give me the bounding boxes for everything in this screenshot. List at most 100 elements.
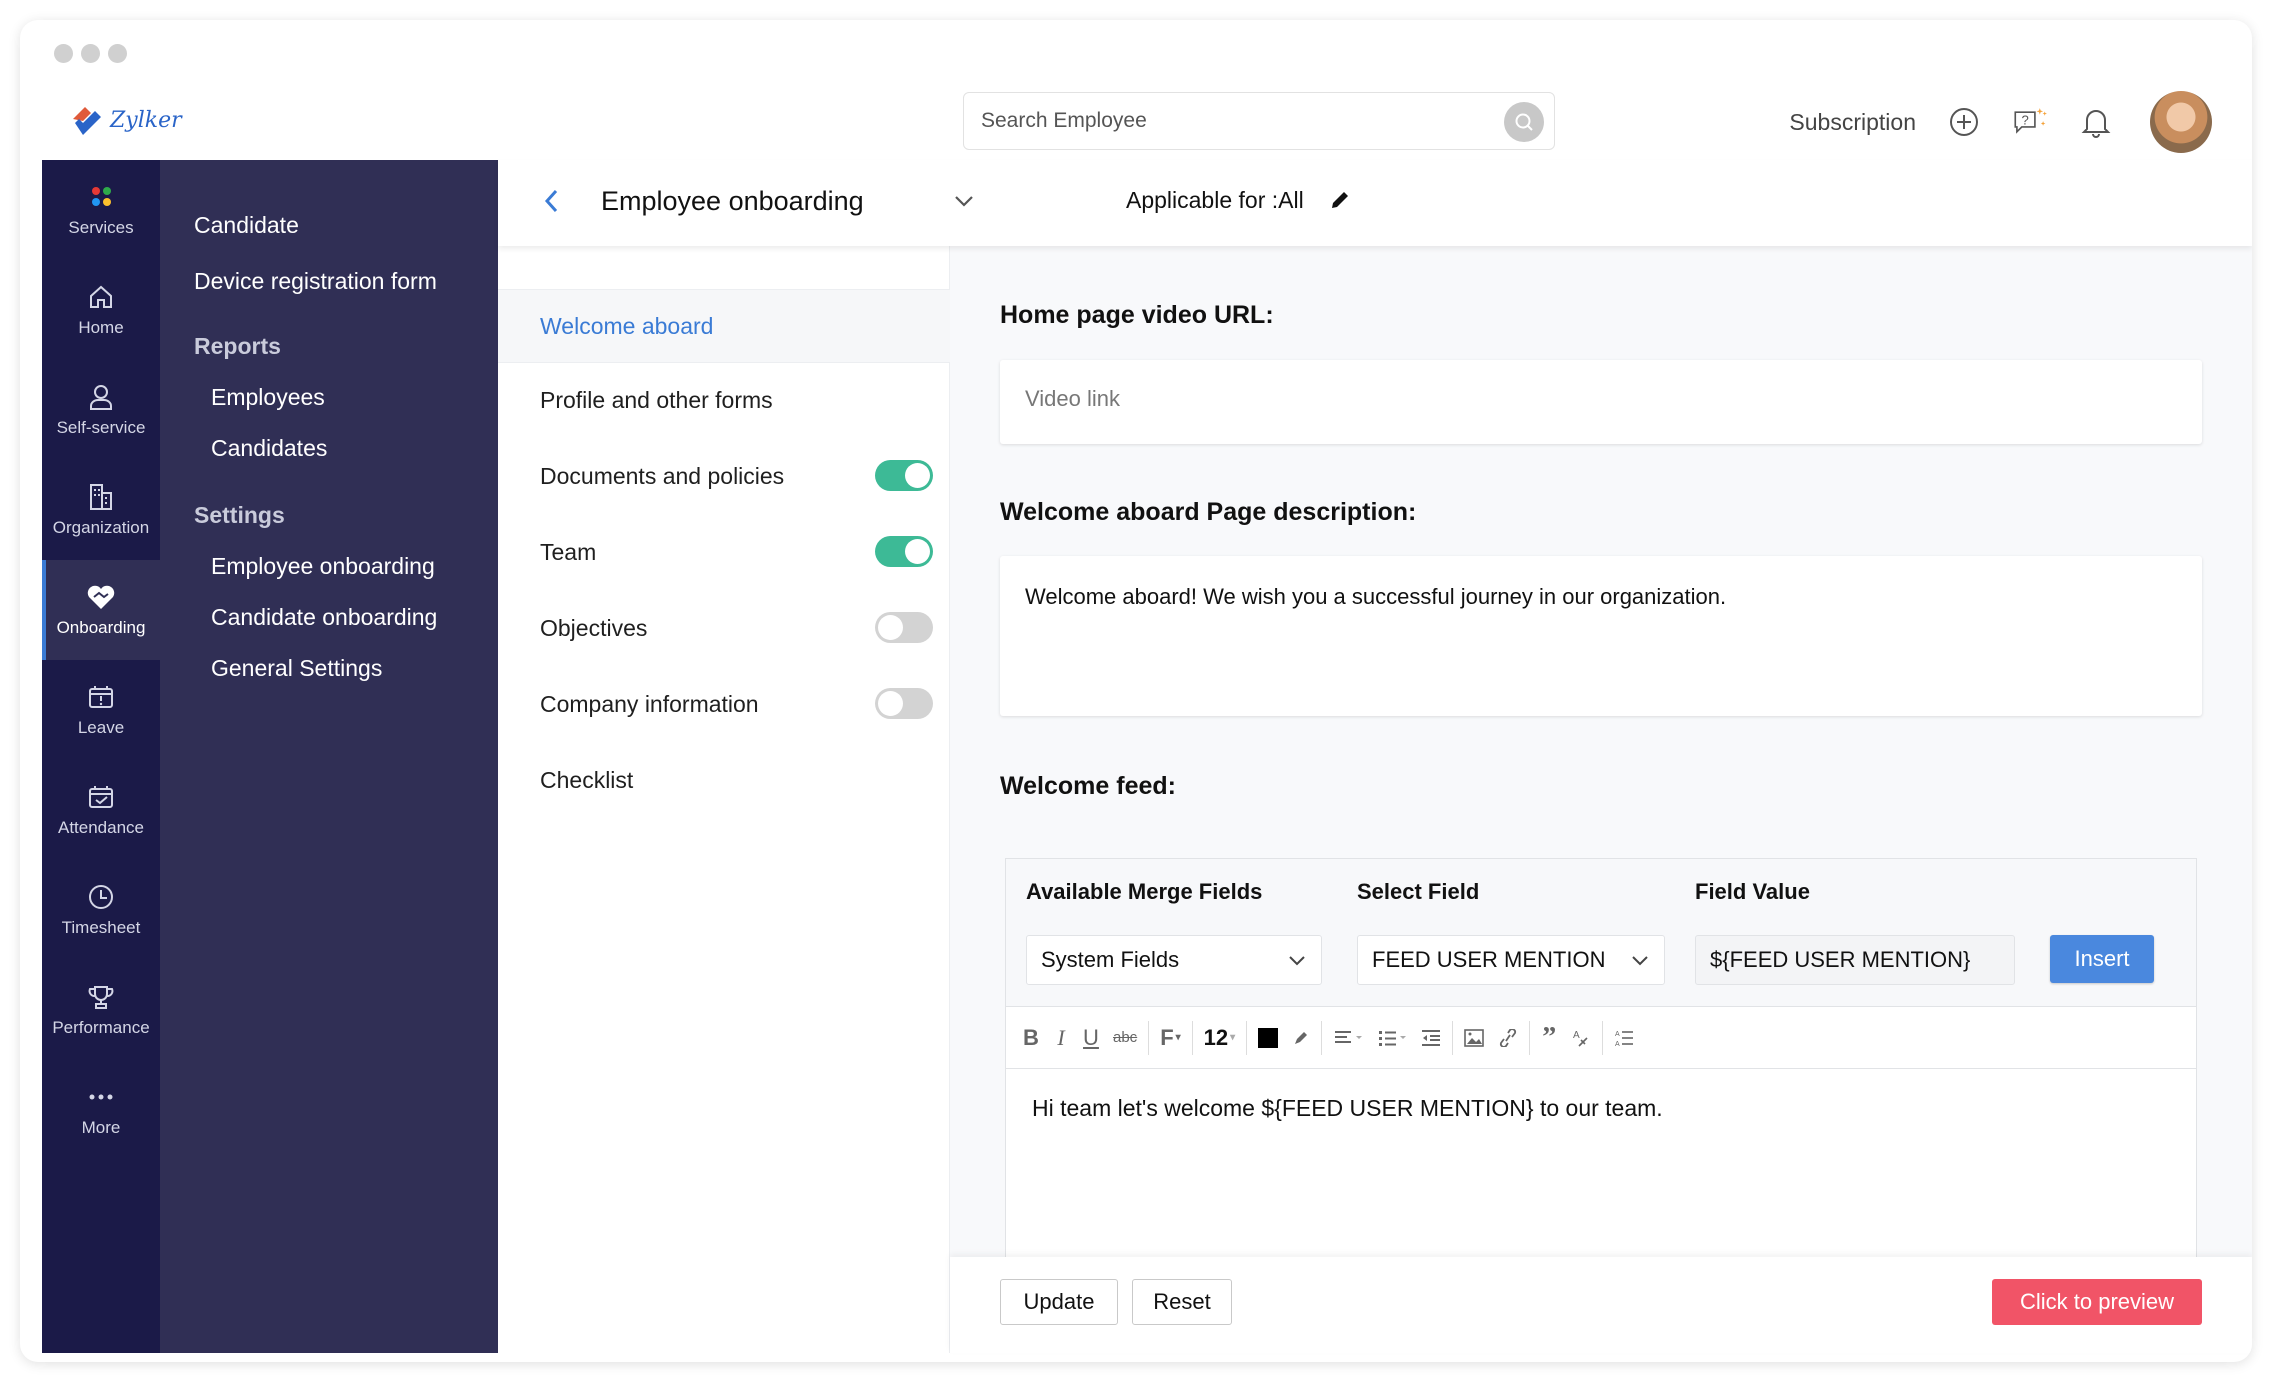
avatar[interactable] (2150, 91, 2212, 153)
submenu-item-employee-onboarding[interactable]: Employee onboarding (211, 553, 435, 580)
submenu-item-general-settings[interactable]: General Settings (211, 655, 382, 682)
handshake-icon (86, 582, 116, 612)
align-left-icon (1335, 1030, 1363, 1043)
font-size-value: 12 (1203, 1024, 1229, 1050)
available-merge-fields-select[interactable]: System Fields (1026, 935, 1322, 985)
chevron-down-icon (955, 196, 973, 207)
search-input[interactable]: Search Employee (963, 92, 1555, 150)
description-textarea[interactable]: Welcome aboard! We wish you a successful… (1000, 556, 2202, 716)
svg-text:A: A (1615, 1031, 1620, 1038)
reset-button[interactable]: Reset (1132, 1279, 1232, 1325)
submenu-item-candidate[interactable]: Candidate (194, 212, 299, 239)
video-url-input[interactable]: Video link (1000, 360, 2202, 444)
bold-button[interactable]: B (1016, 1021, 1046, 1055)
field-value-input[interactable]: ${FEED USER MENTION} (1695, 935, 2015, 985)
field-value-label: Field Value (1695, 879, 1810, 904)
rail-label: Onboarding (56, 618, 146, 637)
line-height-button[interactable]: AA (1607, 1021, 1641, 1055)
step-objectives[interactable]: Objectives (498, 591, 950, 665)
rail-item-home[interactable]: Home (42, 260, 160, 360)
video-url-label: Home page video URL: (1000, 301, 1274, 329)
update-button[interactable]: Update (1000, 1279, 1118, 1325)
rail-label: Timesheet (61, 918, 141, 937)
rail-label: Performance (52, 1018, 150, 1037)
documents-toggle[interactable] (875, 460, 933, 491)
caret-down-icon: ▾ (1175, 1032, 1181, 1043)
rail-item-organization[interactable]: Organization (42, 460, 160, 560)
strikethrough-button[interactable]: abc (1106, 1021, 1144, 1055)
line-height-icon: AA (1615, 1031, 1634, 1048)
svg-text:A: A (1615, 1041, 1620, 1048)
submenu-item-employees-report[interactable]: Employees (211, 384, 325, 411)
rail-item-onboarding[interactable]: Onboarding (42, 560, 160, 660)
search-button[interactable] (1504, 102, 1544, 142)
rail-item-performance[interactable]: Performance (42, 960, 160, 1060)
caret-down-icon: ▾ (1230, 1032, 1236, 1043)
available-merge-fields-value: System Fields (1041, 947, 1180, 972)
step-label: Objectives (540, 614, 648, 641)
step-checklist[interactable]: Checklist (498, 743, 950, 817)
edit-applicable-button[interactable] (1328, 188, 1352, 217)
insert-image-button[interactable] (1457, 1021, 1491, 1055)
insert-button[interactable]: Insert (2050, 935, 2154, 983)
preview-button[interactable]: Click to preview (1992, 1279, 2202, 1325)
rail-item-self-service[interactable]: Self-service (42, 360, 160, 460)
highlight-button[interactable] (1285, 1021, 1317, 1055)
svg-text:?: ? (2021, 112, 2028, 127)
blockquote-button[interactable]: ” (1534, 1021, 1564, 1055)
window-dot-close[interactable] (54, 44, 73, 63)
step-profile-forms[interactable]: Profile and other forms (498, 363, 950, 437)
step-team[interactable]: Team (498, 515, 950, 589)
align-button[interactable] (1326, 1021, 1370, 1055)
page-topbar: Employee onboarding Applicable for :All (498, 160, 2252, 246)
image-icon (1464, 1028, 1484, 1047)
clear-format-button[interactable]: A (1564, 1021, 1598, 1055)
team-toggle[interactable] (875, 536, 933, 567)
chevron-left-icon (544, 189, 558, 213)
more-dots-icon (86, 1082, 116, 1112)
objectives-toggle[interactable] (875, 612, 933, 643)
welcome-feed-label: Welcome feed: (1000, 772, 1176, 800)
step-documents-policies[interactable]: Documents and policies (498, 439, 950, 513)
window-dot-minimize[interactable] (81, 44, 100, 63)
rail-item-timesheet[interactable]: Timesheet (42, 860, 160, 960)
rail-item-attendance[interactable]: Attendance (42, 760, 160, 860)
select-field-label: Select Field (1357, 879, 1480, 904)
help-button[interactable]: ? (2012, 104, 2048, 140)
outdent-button[interactable] (1414, 1021, 1448, 1055)
add-button[interactable] (1946, 104, 1982, 140)
notifications-button[interactable] (2078, 104, 2114, 140)
brand-logo[interactable]: Zylker (70, 102, 182, 138)
select-field-select[interactable]: FEED USER MENTION (1357, 935, 1665, 985)
toolbar-divider (1321, 1020, 1323, 1055)
submenu-item-candidate-onboarding[interactable]: Candidate onboarding (211, 604, 437, 631)
submenu-header-settings: Settings (194, 502, 285, 528)
editor-toolbar: B I U abc F ▾ 12 ▾ ” A A A (1006, 1007, 2196, 1069)
italic-button[interactable]: I (1046, 1021, 1076, 1055)
window-dot-maximize[interactable] (108, 44, 127, 63)
subscription-link[interactable]: Subscription (1789, 109, 1916, 136)
rail-item-services[interactable]: Services (42, 160, 160, 260)
back-button[interactable] (542, 187, 560, 220)
company-info-toggle[interactable] (875, 688, 933, 719)
step-company-information[interactable]: Company information (498, 667, 950, 741)
list-button[interactable] (1370, 1021, 1414, 1055)
submenu-item-candidates-report[interactable]: Candidates (211, 435, 327, 462)
title-dropdown[interactable] (953, 193, 975, 214)
calendar-alert-icon (86, 682, 116, 712)
form-footer: Update Reset Click to preview (950, 1257, 2252, 1353)
building-icon (86, 482, 116, 512)
toolbar-divider (1602, 1020, 1604, 1055)
submenu-item-device-registration[interactable]: Device registration form (194, 268, 437, 295)
insert-link-button[interactable] (1491, 1021, 1525, 1055)
feed-editor-content[interactable]: Hi team let's welcome ${FEED USER MENTIO… (1032, 1095, 1663, 1122)
text-color-button[interactable] (1251, 1021, 1285, 1055)
underline-button[interactable]: U (1076, 1021, 1106, 1055)
chevron-down-icon (1289, 956, 1305, 966)
font-family-button[interactable]: F ▾ (1153, 1021, 1187, 1055)
rail-item-more[interactable]: More (42, 1060, 160, 1160)
font-size-button[interactable]: 12 ▾ (1197, 1021, 1243, 1055)
step-welcome-aboard[interactable]: Welcome aboard (498, 289, 950, 363)
onboarding-submenu: Candidate Device registration form Repor… (160, 160, 498, 1353)
rail-item-leave[interactable]: Leave (42, 660, 160, 760)
